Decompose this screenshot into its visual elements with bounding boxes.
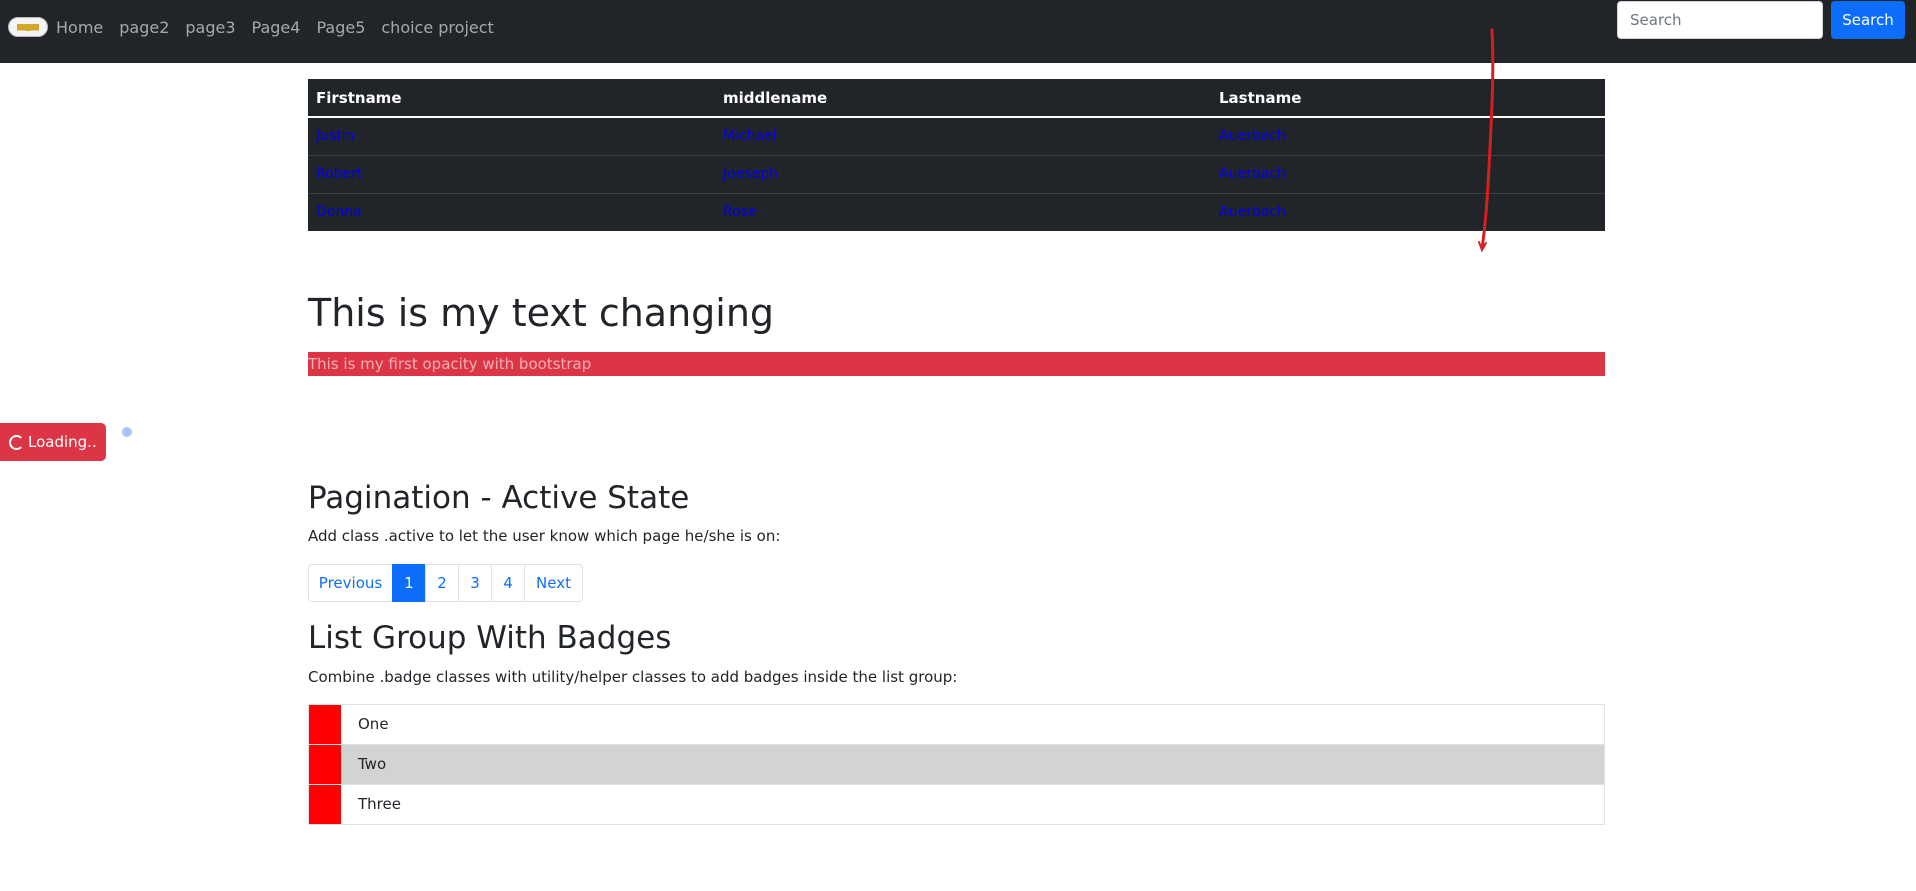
table-row: Donna Rose Auerbach <box>308 192 1605 231</box>
firstname-link[interactable]: Justin <box>316 128 355 144</box>
nav-link-home[interactable]: Home <box>56 17 103 39</box>
middlename-link[interactable]: Michael <box>723 128 777 144</box>
nav-links: Home page2 page3 Page4 Page5 choice proj… <box>56 17 494 39</box>
nav-link-page3[interactable]: page3 <box>185 17 235 39</box>
list-item-label: One <box>358 715 389 733</box>
table-cell: Donna <box>308 192 715 231</box>
red-badge-strip <box>309 785 341 824</box>
navbar: Home page2 page3 Page4 Page5 choice proj… <box>0 0 1916 63</box>
pagination-page-1[interactable]: 1 <box>392 564 426 602</box>
red-annotation-stroke <box>1478 28 1495 253</box>
table-row: Justin Michael Auerbach <box>308 116 1605 155</box>
header-middlename: middlename <box>715 79 1211 118</box>
lastname-link[interactable]: Auerbach <box>1219 166 1286 182</box>
table-row: Robert Joeseph Auerbach <box>308 154 1605 193</box>
nav-link-page2[interactable]: page2 <box>119 17 169 39</box>
list-item[interactable]: One <box>308 704 1605 745</box>
pagination: Previous 1 2 3 4 Next <box>308 564 583 602</box>
red-badge-strip <box>309 745 341 784</box>
list-item[interactable]: Three <box>308 784 1605 825</box>
pagination-page-3[interactable]: 3 <box>458 564 492 602</box>
page-heading: This is my text changing <box>308 291 775 335</box>
pagination-page-2[interactable]: 2 <box>425 564 459 602</box>
nav-link-page4[interactable]: Page4 <box>252 17 301 39</box>
list-group-description: Combine .badge classes with utility/help… <box>308 668 958 686</box>
table-cell: Auerbach <box>1211 154 1605 193</box>
list-item-label: Three <box>358 795 401 813</box>
pagination-page-4[interactable]: 4 <box>491 564 525 602</box>
nav-link-page5[interactable]: Page5 <box>316 17 365 39</box>
lastname-link[interactable]: Auerbach <box>1219 128 1286 144</box>
names-table: Firstname middlename Lastname Justin Mic… <box>308 79 1605 231</box>
table-cell: Joeseph <box>715 154 1211 193</box>
table-header-row: Firstname middlename Lastname <box>308 79 1605 118</box>
loading-label: Loading.. <box>28 433 97 451</box>
table-cell: Justin <box>308 116 715 155</box>
spinner-border-icon <box>9 434 24 450</box>
table-cell: Auerbach <box>1211 116 1605 155</box>
pagination-description: Add class .active to let the user know w… <box>308 527 781 545</box>
list-item-label: Two <box>358 755 387 773</box>
spinner-grow-dot <box>122 427 132 437</box>
table-cell: Rose <box>715 192 1211 231</box>
table-cell: Michael <box>715 116 1211 155</box>
header-lastname: Lastname <box>1211 79 1605 118</box>
opacity-bar: This is my first opacity with bootstrap <box>308 352 1605 376</box>
middlename-link[interactable]: Rose <box>723 204 757 220</box>
middlename-link[interactable]: Joeseph <box>723 166 778 182</box>
firstname-link[interactable]: Donna <box>316 204 362 220</box>
table-cell: Auerbach <box>1211 192 1605 231</box>
search-button[interactable]: Search <box>1831 1 1905 39</box>
loading-button[interactable]: Loading.. <box>0 423 106 461</box>
nav-link-choice-project[interactable]: choice project <box>381 17 493 39</box>
pagination-next[interactable]: Next <box>524 564 583 602</box>
header-firstname: Firstname <box>308 79 715 118</box>
pagination-title: Pagination - Active State <box>308 480 690 516</box>
list-group: One Two Three <box>308 704 1605 825</box>
list-item[interactable]: Two <box>308 744 1605 785</box>
search-input[interactable] <box>1617 1 1823 39</box>
chevrolet-bowtie-logo[interactable] <box>8 17 48 37</box>
list-group-title: List Group With Badges <box>308 620 672 656</box>
red-badge-strip <box>309 705 341 744</box>
firstname-link[interactable]: Robert <box>316 166 362 182</box>
table-cell: Robert <box>308 154 715 193</box>
pagination-previous[interactable]: Previous <box>308 564 393 602</box>
lastname-link[interactable]: Auerbach <box>1219 204 1286 220</box>
